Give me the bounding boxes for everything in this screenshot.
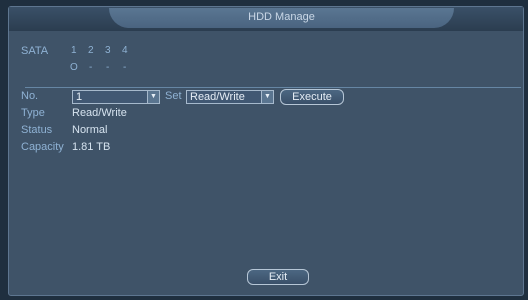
execute-button[interactable]: Execute xyxy=(280,89,344,105)
sata-port-4: 4 xyxy=(122,45,128,56)
status-value: Normal xyxy=(72,124,108,136)
sata-status-3: - xyxy=(106,62,110,73)
sata-label: SATA xyxy=(21,45,49,57)
disk-number-select[interactable]: 1 ▼ xyxy=(72,90,160,104)
type-value: Read/Write xyxy=(72,107,127,119)
sata-status-4: - xyxy=(123,62,127,73)
set-label: Set xyxy=(165,90,182,102)
window-title: HDD Manage xyxy=(109,8,454,28)
sata-status-2: - xyxy=(89,62,93,73)
title-bar: HDD Manage xyxy=(9,7,523,31)
sata-port-2: 2 xyxy=(88,45,94,56)
type-label: Type xyxy=(21,107,45,119)
exit-button[interactable]: Exit xyxy=(247,269,309,285)
capacity-value: 1.81 TB xyxy=(72,141,111,153)
status-label: Status xyxy=(21,124,53,136)
hdd-manage-window: HDD Manage SATA 1 2 3 4 O - - - No. 1 ▼ … xyxy=(8,6,524,296)
sata-port-1: 1 xyxy=(71,45,77,56)
chevron-down-icon[interactable]: ▼ xyxy=(147,91,159,103)
capacity-label: Capacity xyxy=(21,141,64,153)
disk-number-value: 1 xyxy=(76,91,83,103)
chevron-down-icon[interactable]: ▼ xyxy=(261,91,273,103)
set-mode-select[interactable]: Read/Write ▼ xyxy=(186,90,274,104)
no-label: No. xyxy=(21,90,39,102)
sata-status-1: O xyxy=(70,62,78,73)
sata-port-3: 3 xyxy=(105,45,111,56)
divider xyxy=(25,87,521,88)
set-mode-value: Read/Write xyxy=(190,91,245,103)
